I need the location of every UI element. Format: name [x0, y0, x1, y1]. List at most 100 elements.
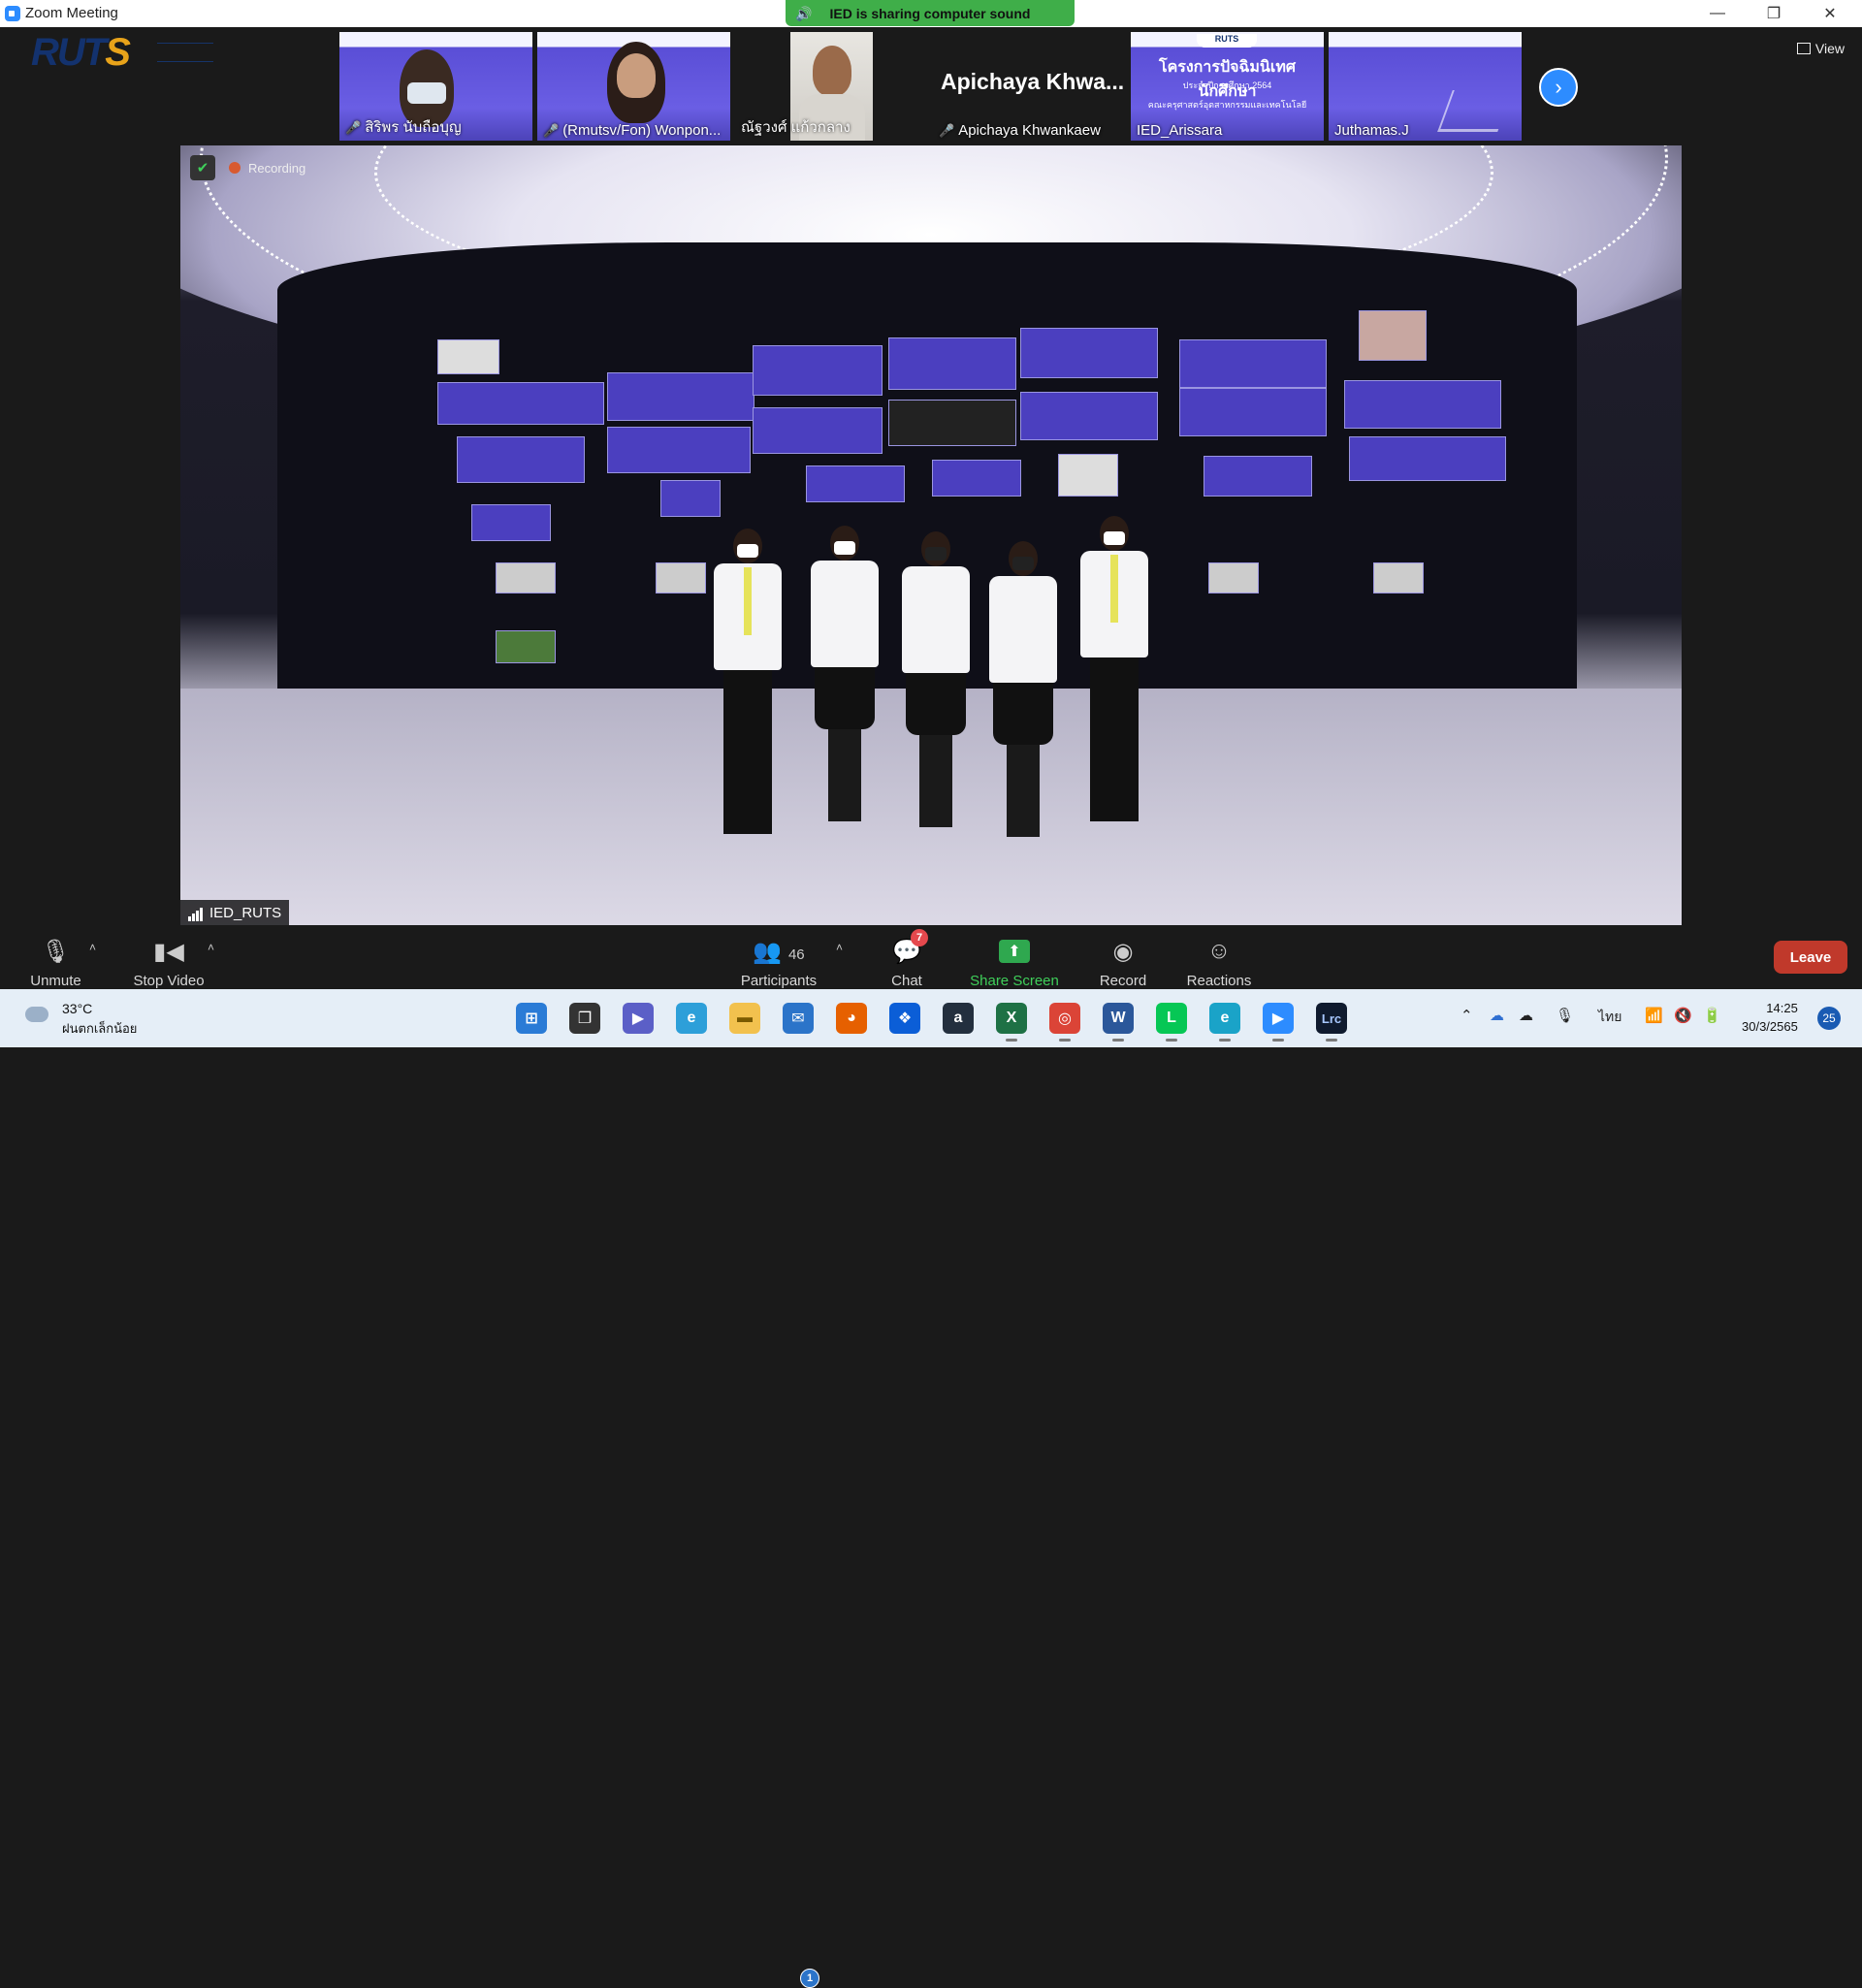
- edge-browser-icon[interactable]: e: [676, 1003, 707, 1034]
- mail-badge: 1: [800, 1969, 819, 1988]
- speaker-muted-icon[interactable]: 🔇: [1674, 1007, 1692, 1024]
- task-view-icon[interactable]: ❐: [569, 1003, 600, 1034]
- reactions-button[interactable]: ☺ Reactions: [1183, 925, 1255, 995]
- stop-video-label: Stop Video: [133, 973, 205, 989]
- participants-button[interactable]: 👥 46 Participants: [734, 925, 823, 995]
- muted-mic-icon: 🎙: [41, 939, 71, 965]
- recording-label: Recording: [248, 160, 306, 176]
- rain-cloud-icon: [25, 1007, 48, 1022]
- speaker-icon: 🔊: [795, 6, 813, 21]
- excel-icon[interactable]: X: [996, 1003, 1027, 1042]
- participants-count: 46: [787, 946, 805, 963]
- file-explorer-icon[interactable]: ▬: [729, 1003, 760, 1034]
- chrome-icon[interactable]: ◎: [1049, 1003, 1080, 1042]
- muted-mic-icon: 🎤: [543, 123, 560, 138]
- audio-options-caret[interactable]: ˄: [89, 941, 96, 954]
- meeting-toolbar: 🎙 Unmute ˄ ▮◀ Stop Video ˄ 👥 46 Particip…: [0, 925, 1862, 989]
- participant-display-name: Apichaya Khwa...: [941, 69, 1125, 94]
- participant-tile[interactable]: Juthamas.J: [1329, 32, 1522, 141]
- participant-name: Apichaya Khwankaew: [958, 122, 1101, 139]
- participant-tile[interactable]: Apichaya Khwa... 🎤 Apichaya Khwankaew: [933, 32, 1126, 141]
- input-language[interactable]: ไทย: [1598, 1007, 1621, 1028]
- window-titlebar: Zoom Meeting 🔊 IED is sharing computer s…: [0, 0, 1862, 27]
- record-icon: ◉: [1112, 939, 1134, 965]
- microphone-icon[interactable]: 🎙: [1556, 1007, 1574, 1024]
- main-video[interactable]: ✔ Recording IED_RUTS: [180, 145, 1682, 925]
- participants-icon: 👥: [753, 939, 783, 965]
- participant-name: ณัฐวงศ์ แก้วกลาง: [741, 119, 851, 136]
- participants-label: Participants: [740, 973, 818, 989]
- participant-gallery-strip: RUTS 🎤 สิริพร นับถือบุญ 🎤 (Rmutsv/Fon) Won…: [0, 27, 1862, 144]
- clock-time: 14:25: [1766, 1001, 1798, 1015]
- share-arrow-icon: ⬆: [999, 940, 1030, 963]
- slide-faculty: คณะครุศาสตร์อุตสาหกรรมและเทคโนโลยี: [1147, 100, 1307, 110]
- zoom-taskbar-icon[interactable]: ▶: [1263, 1003, 1294, 1042]
- teams-chat-icon[interactable]: ▶: [623, 1003, 654, 1034]
- battery-icon[interactable]: 🔋: [1703, 1007, 1721, 1024]
- stop-video-button[interactable]: ▮◀ Stop Video: [126, 925, 211, 995]
- signal-bars-icon: [188, 905, 204, 921]
- speaker-name-label: IED_RUTS: [180, 900, 290, 925]
- weather-condition: ฝนตกเล็กน้อย: [62, 1021, 138, 1036]
- chat-unread-badge: 7: [911, 929, 928, 946]
- unmute-button[interactable]: 🎙 Unmute: [19, 925, 92, 995]
- chevron-right-icon: ›: [1555, 75, 1562, 99]
- sharing-sound-banner[interactable]: 🔊 IED is sharing computer sound: [786, 0, 1075, 26]
- cloud-sync-icon[interactable]: ☁: [1519, 1007, 1533, 1024]
- speaker-name: IED_RUTS: [209, 904, 282, 921]
- lightroom-icon[interactable]: Lrc: [1316, 1003, 1347, 1042]
- muted-mic-icon: 🎤: [345, 120, 362, 135]
- record-dot-icon: [229, 162, 241, 174]
- line-icon[interactable]: L: [1156, 1003, 1187, 1042]
- onedrive-icon[interactable]: ☁: [1490, 1007, 1504, 1024]
- wifi-icon[interactable]: 📶: [1645, 1007, 1663, 1024]
- chat-label: Chat: [891, 973, 922, 989]
- unmute-label: Unmute: [30, 973, 81, 989]
- amazon-icon[interactable]: a: [943, 1003, 974, 1034]
- notification-badge[interactable]: 25: [1817, 1007, 1841, 1030]
- slide-ruts-logo: RUTS: [1197, 34, 1257, 48]
- slide-subtitle: ประจำปีการศึกษา 2564: [1182, 80, 1272, 90]
- participant-tile[interactable]: ณัฐวงศ์ แก้วกลาง: [735, 32, 928, 141]
- word-icon[interactable]: W: [1103, 1003, 1134, 1042]
- video-options-caret[interactable]: ˄: [208, 941, 214, 954]
- next-page-button[interactable]: ›: [1539, 68, 1578, 107]
- video-camera-icon: ▮◀: [153, 939, 184, 965]
- record-label: Record: [1099, 973, 1147, 989]
- reactions-label: Reactions: [1186, 973, 1252, 989]
- recording-indicator: ✔ Recording: [190, 155, 305, 180]
- windows-taskbar: 33°C ฝนตกเล็กน้อย ⊞ ❐ ▶ e ▬ ✉ 1 ◕ ❖ a X …: [0, 989, 1862, 1988]
- record-button[interactable]: ◉ Record: [1094, 925, 1152, 995]
- close-button[interactable]: ✕: [1802, 0, 1858, 27]
- leave-button[interactable]: Leave: [1774, 941, 1847, 974]
- participants-options-caret[interactable]: ˄: [836, 941, 843, 954]
- share-screen-label: Share Screen: [970, 973, 1059, 989]
- firefox-icon[interactable]: ◕: [836, 1003, 867, 1034]
- share-screen-button[interactable]: ⬆ Share Screen: [968, 925, 1061, 995]
- edge-dev-icon[interactable]: e: [1209, 1003, 1240, 1042]
- window-title: Zoom Meeting: [25, 5, 118, 21]
- weather-temp: 33°C: [62, 1001, 93, 1016]
- ruts-logo: RUTS: [31, 31, 215, 74]
- participant-name: Juthamas.J: [1334, 122, 1409, 139]
- shield-check-icon[interactable]: ✔: [190, 155, 215, 180]
- participant-tile[interactable]: 🎤 สิริพร นับถือบุญ: [339, 32, 532, 141]
- system-clock[interactable]: 14:25 30/3/2565: [1742, 999, 1798, 1036]
- zoom-app-icon: [5, 6, 20, 21]
- dropbox-icon[interactable]: ❖: [889, 1003, 920, 1034]
- restore-button[interactable]: ❐: [1746, 0, 1802, 27]
- view-button[interactable]: View: [1796, 41, 1845, 56]
- tray-overflow-chevron-icon[interactable]: ⌃: [1461, 1007, 1473, 1024]
- participant-name: (Rmutsv/Fon) Wonpon...: [562, 122, 722, 139]
- grid-view-icon: [1796, 43, 1811, 54]
- participant-tile[interactable]: 🎤 (Rmutsv/Fon) Wonpon...: [537, 32, 730, 141]
- minimize-button[interactable]: —: [1689, 0, 1746, 27]
- participant-tile[interactable]: RUTS โครงการปัจฉิมนิเทศนักศึกษา ประจำปีก…: [1131, 32, 1324, 141]
- participant-name: สิริพร นับถือบุญ: [365, 119, 462, 136]
- start-menu-icon[interactable]: ⊞: [516, 1003, 547, 1034]
- sharing-sound-text: IED is sharing computer sound: [829, 5, 1031, 21]
- smiley-icon: ☺: [1206, 938, 1232, 964]
- participant-name: IED_Arissara: [1137, 122, 1223, 139]
- view-label: View: [1814, 41, 1845, 56]
- mail-icon[interactable]: ✉: [783, 1003, 814, 1034]
